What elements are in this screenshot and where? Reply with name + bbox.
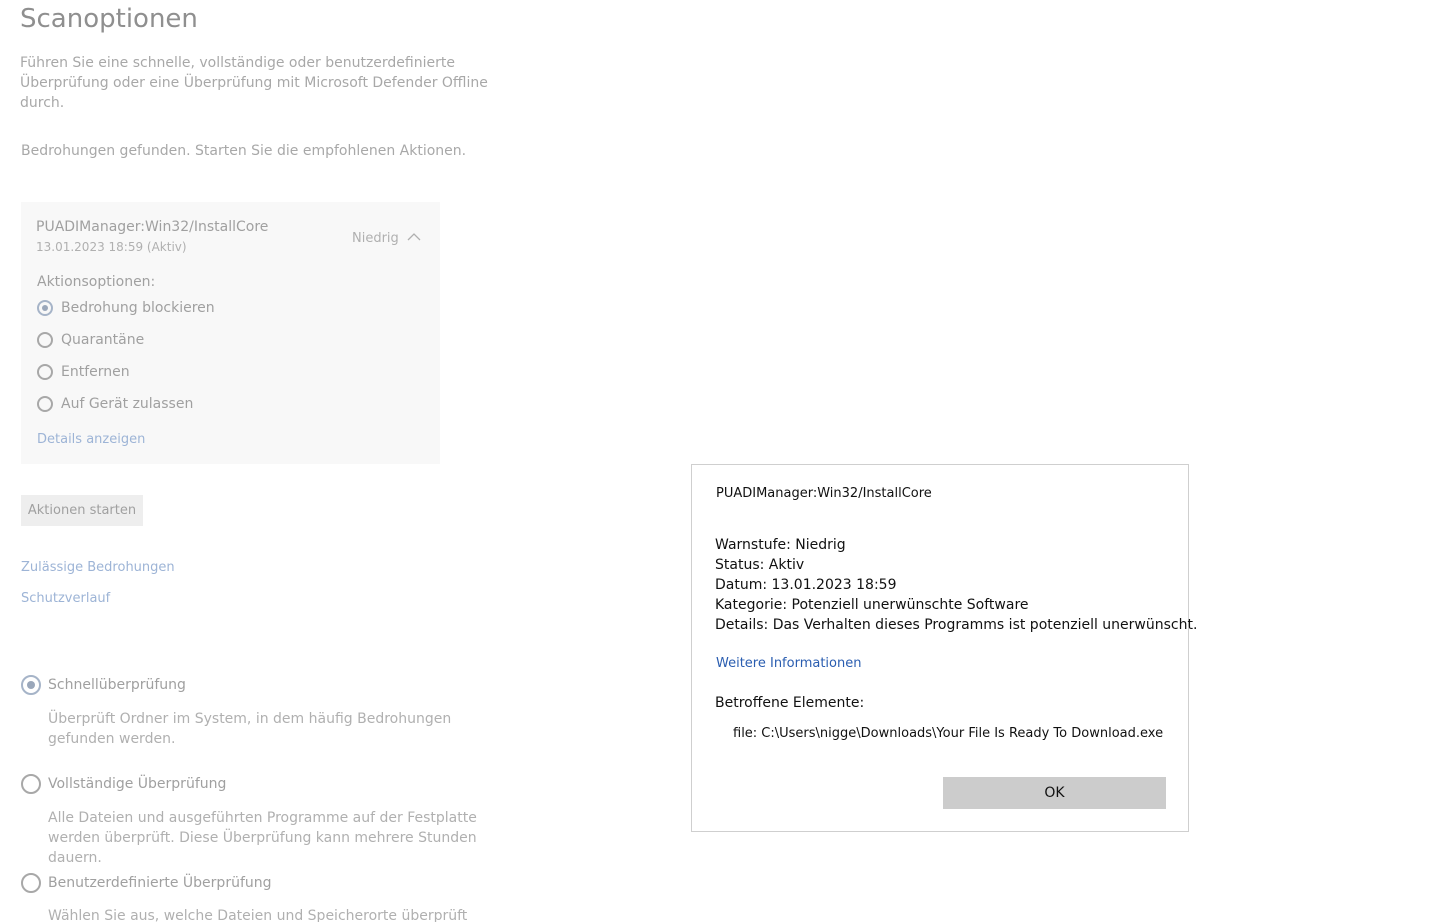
affected-items-label: Betroffene Elemente: <box>715 695 865 711</box>
date: Datum: 13.01.2023 18:59 <box>715 577 897 593</box>
more-info-link[interactable]: Weitere Informationen <box>716 656 861 671</box>
status: Status: Aktiv <box>715 557 805 573</box>
option-block-threat[interactable]: Bedrohung blockieren <box>37 297 215 319</box>
ok-button[interactable]: OK <box>943 777 1166 809</box>
option-label: Auf Gerät zulassen <box>61 396 194 412</box>
chevron-up-icon[interactable] <box>407 230 421 244</box>
details: Details: Das Verhalten dieses Programms … <box>715 617 1198 633</box>
scan-option-description: Überprüft Ordner im System, in dem häufi… <box>48 711 452 747</box>
threat-details-dialog: PUADIManager:Win32/InstallCore Warnstufe… <box>691 464 1197 832</box>
dialog-threat-name: PUADIManager:Win32/InstallCore <box>716 486 932 501</box>
scan-option-description: Wählen Sie aus, welche Dateien und Speic… <box>48 908 468 922</box>
scan-option-description: Alle Dateien und ausgeführten Programme … <box>48 810 477 866</box>
affected-file-path: file: C:\Users\nigge\Downloads\Your File… <box>733 726 1164 741</box>
option-quarantine[interactable]: Quarantäne <box>37 329 144 351</box>
protection-history-link[interactable]: Schutzverlauf <box>21 591 110 606</box>
radio-button[interactable] <box>37 300 53 316</box>
start-actions-button[interactable]: Aktionen starten <box>21 495 143 526</box>
threats-found-message: Bedrohungen gefunden. Starten Sie die em… <box>21 143 467 159</box>
option-allow-on-device[interactable]: Auf Gerät zulassen <box>37 393 193 415</box>
show-details-link[interactable]: Details anzeigen <box>37 432 145 447</box>
scan-option-custom[interactable]: Benutzerdefinierte Überprüfung <box>21 873 272 893</box>
radio-button[interactable] <box>21 675 41 695</box>
radio-button[interactable] <box>37 396 53 412</box>
radio-button[interactable] <box>21 873 41 893</box>
option-label: Bedrohung blockieren <box>61 300 215 316</box>
defender-scan-options-page: Scanoptionen Führen Sie eine schnelle, v… <box>0 0 1440 922</box>
alert-level: Warnstufe: Niedrig <box>715 537 846 553</box>
scan-option-quick[interactable]: Schnellüberprüfung <box>21 675 186 695</box>
scan-option-label: Benutzerdefinierte Überprüfung <box>48 875 272 891</box>
option-remove[interactable]: Entfernen <box>37 361 130 383</box>
option-label: Entfernen <box>61 364 130 380</box>
scan-option-full[interactable]: Vollständige Überprüfung <box>21 774 226 794</box>
scan-option-label: Schnellüberprüfung <box>48 677 186 693</box>
scan-option-label: Vollständige Überprüfung <box>48 776 227 792</box>
threat-name: PUADIManager:Win32/InstallCore <box>36 219 269 235</box>
page-title: Scanoptionen <box>20 4 198 34</box>
radio-button[interactable] <box>21 774 41 794</box>
page-description: Führen Sie eine schnelle, vollständige o… <box>20 55 488 111</box>
action-options-label: Aktionsoptionen: <box>37 274 156 290</box>
threat-date-status: 13.01.2023 18:59 (Aktiv) <box>36 240 187 254</box>
category: Kategorie: Potenziell unerwünschte Softw… <box>715 597 1029 613</box>
threat-severity: Niedrig <box>352 231 399 246</box>
radio-button[interactable] <box>37 332 53 348</box>
threat-card: PUADIManager:Win32/InstallCore 13.01.202… <box>21 202 440 464</box>
dialog-detail-lines: Warnstufe: Niedrig Status: Aktiv Datum: … <box>715 535 1197 635</box>
radio-button[interactable] <box>37 364 53 380</box>
allowed-threats-link[interactable]: Zulässige Bedrohungen <box>21 560 175 575</box>
option-label: Quarantäne <box>61 332 145 348</box>
